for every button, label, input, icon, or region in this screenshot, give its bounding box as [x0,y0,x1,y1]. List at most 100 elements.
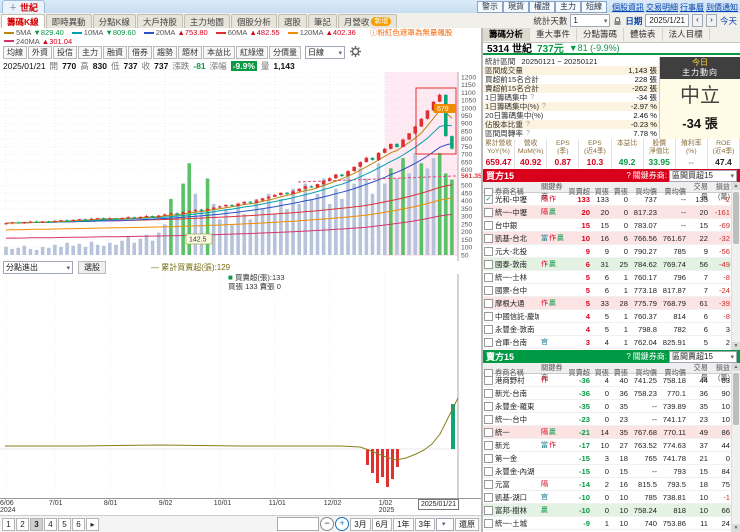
goto-input[interactable] [277,517,320,531]
table-row[interactable]: 統一 隔贏 -21 14 35 767.68 770.11 49 86 [483,426,732,439]
table-row[interactable]: 新光-台南 -36 0 36 758.23 770.1 36 90 [483,387,732,400]
add-tab-icon[interactable]: ＋ [9,2,17,13]
row-checkbox[interactable] [484,440,493,450]
table-row[interactable]: 永豐金-內湖 -15 0 15 -- 793 15 84 [483,465,732,478]
toolbar-link-交易明細[interactable]: 交易明細 [646,3,678,12]
table-row[interactable]: 永豐金-羅東 -35 0 35 -- 739.89 35 10 [483,400,732,413]
help-icon[interactable]: ? [542,103,546,110]
row-checkbox[interactable] [484,388,493,398]
table-row[interactable]: 永豐金-敦南 4 5 1 798.8 782 6 3 [483,323,732,336]
range-button-6月[interactable]: 6月 [371,517,393,531]
table-row[interactable]: 統一-台中 -23 0 23 -- 741.17 23 10 [483,413,732,426]
scroll-down-arrow[interactable]: ▼ [732,524,740,532]
help-icon[interactable]: ? [626,352,630,361]
table-row[interactable]: 統一-土城 -9 1 10 740 753.86 11 24 [483,517,732,530]
scroll-up-arrow[interactable]: ▲ [732,363,740,371]
zoom-in-button[interactable]: + [335,517,350,531]
row-checkbox[interactable] [484,311,493,321]
gear-icon[interactable] [350,45,361,60]
row-checkbox[interactable] [484,414,493,424]
tab-法人目標[interactable]: 法人目標 [663,28,710,41]
scroll-down-arrow[interactable]: ▼ [732,342,740,350]
page-button-▸[interactable]: ▸ [86,517,99,531]
range-button-3月[interactable]: 3月 [350,517,371,531]
row-checkbox[interactable] [484,453,493,463]
page-button-3[interactable]: 3 [30,517,43,531]
chart-toggle-紅綠燈[interactable]: 紅綠燈 [236,46,268,59]
tab-分點K線[interactable]: 分點K線 [92,14,136,28]
help-icon[interactable]: ? [530,94,534,101]
table-row[interactable]: 摩根大通 作贏 5 33 28 775.79 768.79 61 -39 [483,297,732,310]
table-row[interactable]: 第一金 -15 3 18 765 741.78 21 0 [483,452,732,465]
toolbar-button-警示[interactable]: 警示 [477,1,503,13]
chart-toggle-外資[interactable]: 外資 [28,46,52,59]
row-checkbox[interactable] [484,259,493,269]
range-button-3年[interactable]: 3年 [414,517,435,531]
broker-flow-subchart[interactable] [0,274,481,498]
main-candle-chart[interactable]: 1200115011001050100095090085080075070065… [0,72,481,261]
toolbar-link-個股資訊[interactable]: 個股資訊 [612,3,644,12]
tab-月營收[interactable]: 月營收 新增 [337,14,398,28]
help-icon[interactable]: ? [526,130,530,137]
page-button-1[interactable]: 1 [2,517,15,531]
row-checkbox[interactable] [484,375,493,385]
chart-toggle-均線[interactable]: 均線 [3,46,27,59]
scroll-up-arrow[interactable]: ▲ [732,182,740,190]
table-row[interactable]: 凱基-湖口 官 -10 0 10 785 738.81 10 -1 [483,491,732,504]
tab-籌碼K線[interactable]: 籌碼K線 [1,14,45,28]
date-input[interactable]: 2025/1/21 [645,14,689,27]
row-checkbox[interactable] [484,324,493,334]
sell-filter-select[interactable]: 區間賣超15 ▾ [669,350,737,363]
page-button-2[interactable]: 2 [16,517,29,531]
table-row[interactable]: 元富 隔 -14 2 16 815.5 793.5 18 75 [483,478,732,491]
row-checkbox[interactable] [484,518,493,528]
tab-分點籌碼[interactable]: 分點籌碼 [577,28,625,41]
row-checkbox[interactable] [484,233,493,243]
row-checkbox[interactable] [484,427,493,437]
stat-days-select[interactable]: 1 ▾ [570,14,611,27]
table-row[interactable]: 港商野村 作 -36 4 40 741.25 758.18 44 83 [483,374,732,387]
toolbar-link-行事曆[interactable]: 行事曆 [680,3,704,12]
toolbar-link-到價通知[interactable]: 到價通知 [706,3,738,12]
tab-主力地圖[interactable]: 主力地圖 [183,14,230,28]
stock-filter-button[interactable]: 選股 [78,261,106,274]
help-icon[interactable]: ? [626,171,630,180]
tab-體檢表[interactable]: 體檢表 [624,28,663,41]
help-icon[interactable]: ? [526,121,530,128]
date-next-button[interactable]: › [705,14,717,27]
range-select[interactable]: ▾ [436,517,454,531]
date-prev-button[interactable]: ‹ [691,14,703,27]
toolbar-button-權證[interactable]: 權證 [529,1,555,13]
sell-table-scrollbar[interactable]: ▲ ▼ [731,363,740,532]
tab-選股[interactable]: 選股 [277,14,307,28]
subchart-indicator-select[interactable]: 分點進出 ▾ [3,261,73,274]
table-row[interactable]: 台中銀 15 15 0 783.07 -- 15 -69 [483,219,732,232]
toolbar-button-主力[interactable]: 主力 [555,1,581,13]
scroll-thumb[interactable] [733,192,739,244]
row-checkbox[interactable] [484,466,493,476]
toolbar-button-現貨[interactable]: 現貨 [503,1,529,13]
table-row[interactable]: 凱基-台北 當作贏 10 16 6 766.56 761.67 22 -32 [483,232,732,245]
buy-filter-select[interactable]: 區間買超15 ▾ [669,169,737,182]
lock-icon[interactable] [613,16,622,26]
page-button-5[interactable]: 5 [58,517,71,531]
row-checkbox[interactable] [484,298,493,308]
zoom-out-button[interactable]: − [320,517,335,531]
chart-toggle-題材[interactable]: 題材 [178,46,202,59]
table-row[interactable]: 合庫-台南 官 3 4 1 762.04 825.91 5 2 [483,336,732,349]
tab-個股分析[interactable]: 個股分析 [230,14,277,28]
row-checkbox[interactable] [484,337,493,347]
table-row[interactable]: 國泰-敦南 作贏 6 31 25 784.62 769.74 56 -49 [483,258,732,271]
period-select[interactable]: 日線 ▾ [305,46,345,59]
row-checkbox[interactable] [484,207,493,217]
row-checkbox[interactable] [484,401,493,411]
row-checkbox[interactable] [484,492,493,502]
table-row[interactable]: 中國信託-慶城 4 5 1 760.37 814 6 -8 [483,310,732,323]
table-row[interactable]: 富邦-樹林 贏 -10 0 10 758.24 818 10 66 [483,504,732,517]
table-row[interactable]: 統一-士林 5 6 1 760.17 796 7 -8 [483,271,732,284]
table-row[interactable]: 新光 當作 -17 10 27 763.52 774.63 37 44 [483,439,732,452]
row-checkbox[interactable] [484,272,493,282]
table-row[interactable]: 元大-北投 9 9 0 790.27 785 9 -56 [483,245,732,258]
buy-table-scrollbar[interactable]: ▲ ▼ [731,182,740,350]
row-checkbox[interactable] [484,285,493,295]
